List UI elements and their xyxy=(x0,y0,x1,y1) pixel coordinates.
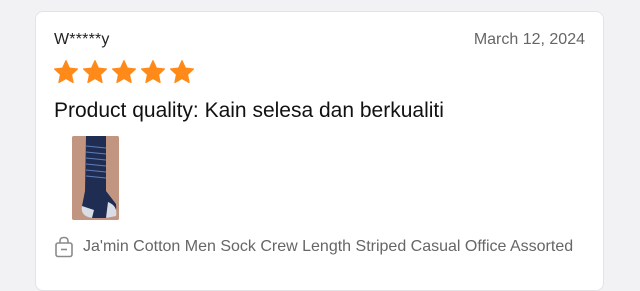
product-link[interactable]: Ja'min Cotton Men Sock Crew Length Strip… xyxy=(54,236,583,258)
review-photo[interactable] xyxy=(72,136,119,220)
star-rating xyxy=(53,59,195,85)
star-icon xyxy=(82,60,108,84)
star-icon xyxy=(53,60,79,84)
review-card: W*****y March 12, 2024 Product quality: … xyxy=(35,11,604,291)
star-icon xyxy=(140,60,166,84)
shopping-bag-icon xyxy=(55,236,73,258)
product-name: Ja'min Cotton Men Sock Crew Length Strip… xyxy=(83,238,574,255)
sock-photo-image xyxy=(72,136,119,220)
review-text: Product quality: Kain selesa dan berkual… xyxy=(54,99,444,122)
review-date: March 12, 2024 xyxy=(473,31,585,48)
star-icon xyxy=(169,60,195,84)
reviewer-username: W*****y xyxy=(54,31,110,48)
star-icon xyxy=(111,60,137,84)
